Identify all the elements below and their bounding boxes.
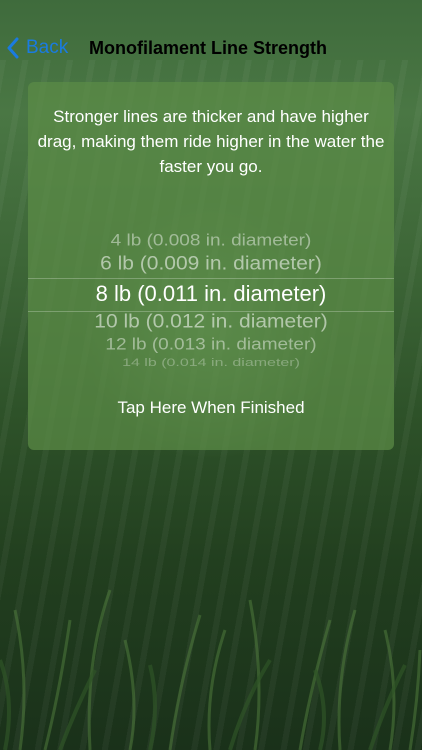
description-text: Stronger lines are thicker and have high…	[37, 107, 385, 176]
picker-option[interactable]: 6 lb (0.009 in. diameter)	[28, 253, 394, 276]
line-strength-picker[interactable]: 4 lb (0.008 in. diameter) 6 lb (0.009 in…	[28, 230, 394, 370]
back-button[interactable]: Back	[6, 22, 68, 74]
chevron-left-icon	[7, 37, 19, 59]
finish-button[interactable]: Tap Here When Finished	[28, 398, 394, 418]
settings-panel: Stronger lines are thicker and have high…	[28, 82, 394, 450]
navigation-bar: Back Monofilament Line Strength	[0, 22, 422, 74]
picker-option[interactable]: 14 lb (0.014 in. diameter)	[28, 357, 394, 370]
picker-option[interactable]: 12 lb (0.013 in. diameter)	[28, 336, 394, 355]
picker-option[interactable]: 4 lb (0.008 in. diameter)	[28, 232, 394, 251]
picker-option-selected[interactable]: 8 lb (0.011 in. diameter)	[28, 281, 394, 307]
picker-option[interactable]: 10 lb (0.012 in. diameter)	[28, 311, 394, 334]
page-title: Monofilament Line Strength	[89, 37, 327, 58]
back-label: Back	[26, 37, 69, 58]
